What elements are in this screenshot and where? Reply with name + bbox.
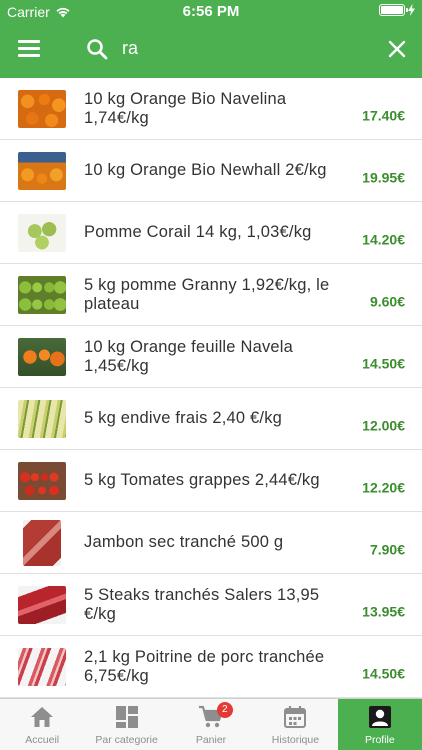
battery-icon — [379, 4, 408, 16]
product-name: 10 kg Orange Bio Navelina 1,74€/kg — [84, 89, 287, 127]
product-image — [18, 399, 66, 438]
product-row[interactable]: Pomme Corail 14 kg, 1,03€/kg 14.20€ — [0, 202, 422, 264]
product-row[interactable]: 10 kg Orange Bio Newhall 2€/kg 19.95€ — [0, 140, 422, 202]
menu-icon[interactable] — [18, 40, 40, 58]
tab-historique[interactable]: Historique — [253, 699, 337, 750]
tab-profile[interactable]: Profile — [337, 699, 422, 750]
product-row[interactable]: 5 kg Tomates grappes 2,44€/kg 12.20€ — [0, 450, 422, 512]
app-header: Carrier 6:56 PM — [0, 0, 422, 78]
status-bar: Carrier 6:56 PM — [0, 0, 422, 22]
product-row[interactable]: 10 kg Orange feuille Navela 1,45€/kg 14.… — [0, 326, 422, 388]
product-row[interactable]: Jambon sec tranché 500 g 7.90€ — [0, 512, 422, 574]
product-price: 13.95€ — [362, 602, 405, 619]
product-name: 2,1 kg Poitrine de porc tranchée 6,75€/k… — [84, 647, 325, 685]
product-image — [18, 151, 66, 190]
product-price: 12.00€ — [362, 416, 405, 433]
product-price: 7.90€ — [369, 540, 405, 557]
product-price: 14.50€ — [362, 664, 405, 681]
product-image — [18, 89, 66, 128]
search-icon — [87, 39, 108, 60]
tab-accueil[interactable]: Accueil — [0, 699, 84, 750]
status-time: 6:56 PM — [182, 3, 240, 20]
grid-icon — [115, 706, 138, 728]
product-price: 17.40€ — [362, 106, 405, 123]
product-row[interactable]: 10 kg Orange Bio Navelina 1,74€/kg 17.40… — [0, 78, 422, 140]
product-image — [18, 585, 66, 624]
product-name: 5 kg Tomates grappes 2,44€/kg — [84, 471, 320, 489]
product-image — [18, 337, 66, 376]
product-row[interactable]: 5 Steaks tranchés Salers 13,95 €/kg 13.9… — [0, 574, 422, 636]
product-name: Pomme Corail 14 kg, 1,03€/kg — [84, 223, 312, 241]
product-row[interactable]: 5 kg pomme Granny 1,92€/kg, le plateau 9… — [0, 264, 422, 326]
tab-panier[interactable]: 2 Panier — [169, 699, 253, 750]
search-input[interactable] — [122, 35, 372, 61]
product-image — [23, 519, 61, 566]
tab-label: Panier — [195, 734, 227, 746]
home-icon — [31, 707, 54, 727]
product-list: 10 kg Orange Bio Navelina 1,74€/kg 17.40… — [0, 78, 422, 698]
product-row[interactable]: 5 kg endive frais 2,40 €/kg 12.00€ — [0, 388, 422, 450]
product-price: 12.20€ — [362, 478, 405, 495]
product-row[interactable]: 2,1 kg Poitrine de porc tranchée 6,75€/k… — [0, 636, 422, 698]
product-image — [18, 647, 66, 686]
cart-badge: 2 — [216, 702, 233, 718]
tab-bar: Accueil Par categorie 2 Panier Historiqu… — [0, 698, 422, 750]
tab-label: Accueil — [25, 734, 60, 746]
profile-icon — [368, 706, 391, 728]
product-name: 10 kg Orange feuille Navela 1,45€/kg — [84, 337, 294, 375]
close-icon[interactable] — [388, 40, 406, 58]
product-price: 19.95€ — [362, 168, 405, 185]
product-price: 14.20€ — [362, 230, 405, 247]
tab-label: Par categorie — [95, 734, 158, 746]
product-price: 9.60€ — [369, 292, 405, 309]
tab-par-categorie[interactable]: Par categorie — [84, 699, 168, 750]
product-name: 10 kg Orange Bio Newhall 2€/kg — [84, 161, 327, 179]
product-image — [18, 461, 66, 500]
product-name: 5 Steaks tranchés Salers 13,95 €/kg — [84, 585, 320, 623]
product-name: Jambon sec tranché 500 g — [84, 533, 284, 551]
calendar-icon — [284, 706, 307, 728]
charging-bolt-icon — [408, 4, 415, 16]
tab-label: Profile — [364, 734, 395, 746]
product-name: 5 kg pomme Granny 1,92€/kg, le plateau — [84, 275, 330, 313]
product-name: 5 kg endive frais 2,40 €/kg — [84, 409, 283, 427]
tab-label: Historique — [271, 734, 320, 746]
product-image — [18, 213, 66, 252]
battery-indicator — [379, 4, 416, 16]
product-image — [18, 275, 66, 314]
product-price: 14.50€ — [362, 354, 405, 371]
